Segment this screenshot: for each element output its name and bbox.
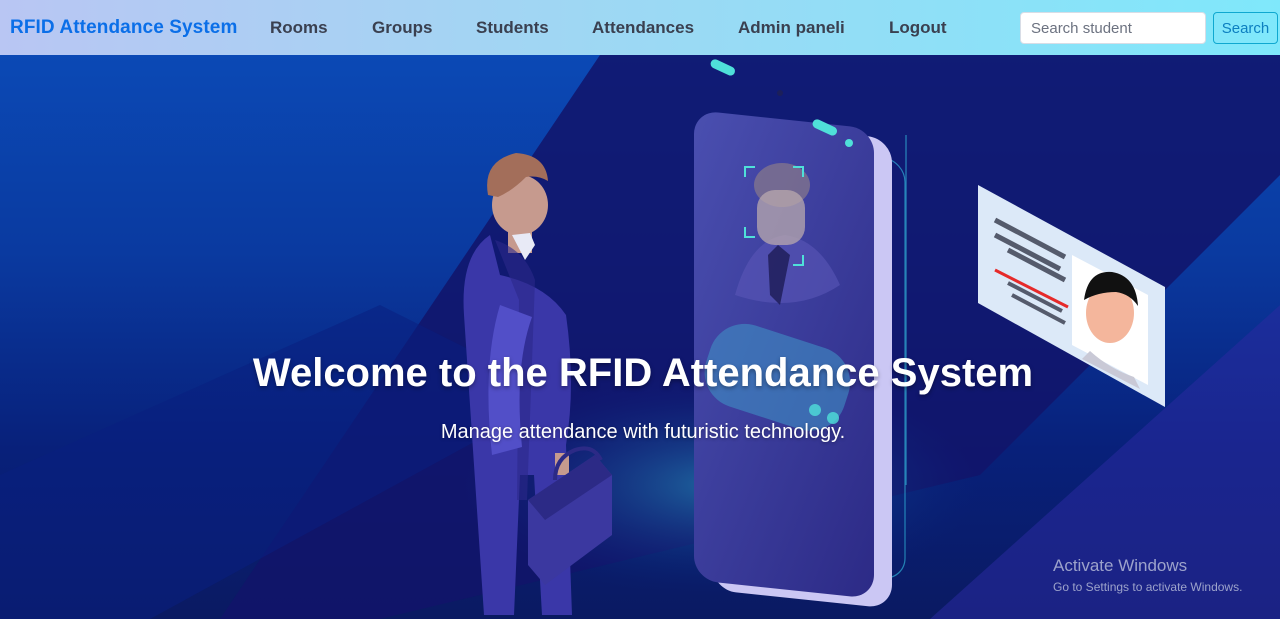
activate-windows-watermark: Activate Windows Go to Settings to activ… (1053, 556, 1242, 594)
watermark-subtitle: Go to Settings to activate Windows. (1053, 580, 1243, 594)
nav-link-students[interactable]: Students (476, 18, 549, 38)
nav-link-rooms[interactable]: Rooms (270, 18, 328, 38)
search-student-input[interactable] (1020, 12, 1206, 44)
navbar: RFID Attendance System Rooms Groups Stud… (0, 0, 1280, 55)
hero-section: Welcome to the RFID Attendance System Ma… (0, 55, 1280, 619)
hero-illustration (0, 55, 1280, 619)
brand-link[interactable]: RFID Attendance System (10, 17, 237, 39)
hero-subtitle: Manage attendance with futuristic techno… (440, 421, 846, 443)
nav-link-groups[interactable]: Groups (372, 18, 432, 38)
watermark-title: Activate Windows (1053, 556, 1188, 575)
nav-link-admin-panel[interactable]: Admin paneli (738, 18, 845, 38)
phone-scanner-device (694, 59, 906, 607)
nav-link-logout[interactable]: Logout (889, 18, 947, 38)
hero-title: Welcome to the RFID Attendance System (252, 351, 1034, 395)
nav-link-attendances[interactable]: Attendances (592, 18, 694, 38)
search-button[interactable]: Search (1213, 12, 1278, 44)
